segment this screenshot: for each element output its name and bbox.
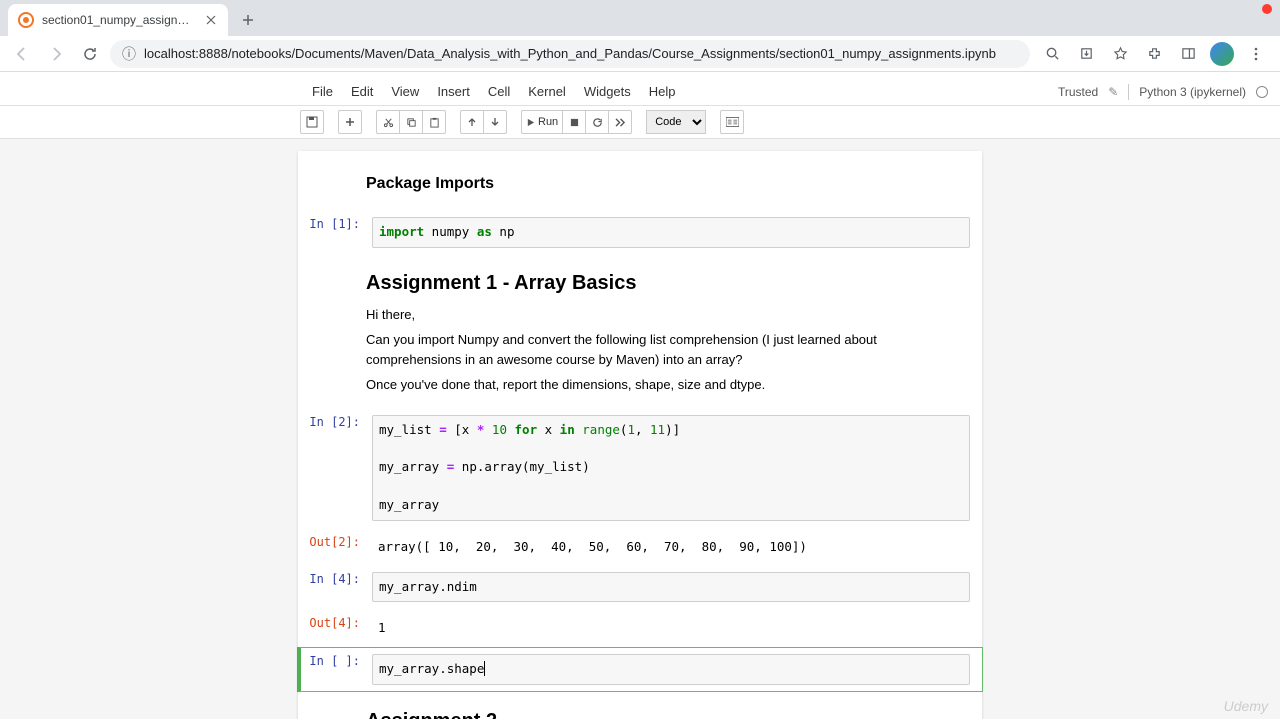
- code-cell[interactable]: In [4]: my_array.ndim: [298, 566, 982, 609]
- kernel-status-icon: [1256, 86, 1268, 98]
- interrupt-button[interactable]: [562, 110, 586, 134]
- install-icon[interactable]: [1074, 42, 1098, 66]
- kernel-name[interactable]: Python 3 (ipykernel): [1139, 85, 1246, 99]
- bookmark-icon[interactable]: [1108, 42, 1132, 66]
- code-cell-active[interactable]: In [ ]: my_array.shape: [297, 647, 983, 692]
- code-cell[interactable]: In [1]: import numpy as np: [298, 211, 982, 254]
- move-down-button[interactable]: [483, 110, 507, 134]
- reload-button[interactable]: [76, 40, 104, 68]
- url-input[interactable]: ⓘ localhost:8888/notebooks/Documents/Mav…: [110, 40, 1030, 68]
- restart-button[interactable]: [585, 110, 609, 134]
- side-panel-icon[interactable]: [1176, 42, 1200, 66]
- menu-kernel[interactable]: Kernel: [528, 84, 566, 99]
- jupyter-toolbar: Run Code: [0, 106, 1280, 139]
- menu-help[interactable]: Help: [649, 84, 676, 99]
- output-cell: Out[2]: array([ 10, 20, 30, 40, 50, 60, …: [298, 529, 982, 564]
- menu-edit[interactable]: Edit: [351, 84, 373, 99]
- forward-button[interactable]: [42, 40, 70, 68]
- paste-button[interactable]: [422, 110, 446, 134]
- code-input[interactable]: my_list = [x * 10 for x in range(1, 11)]…: [372, 415, 970, 521]
- in-prompt: In [1]:: [304, 213, 366, 252]
- restart-run-all-button[interactable]: [608, 110, 632, 134]
- markdown-cell[interactable]: Package Imports: [298, 161, 982, 209]
- menu-insert[interactable]: Insert: [437, 84, 470, 99]
- notebook-scroll-area[interactable]: Package Imports In [1]: import numpy as …: [0, 139, 1280, 719]
- cell-type-select[interactable]: Code: [646, 110, 706, 134]
- output-text: array([ 10, 20, 30, 40, 50, 60, 70, 80, …: [372, 535, 970, 558]
- browser-tab[interactable]: section01_numpy_assignment: [8, 4, 228, 36]
- add-cell-button[interactable]: [338, 110, 362, 134]
- code-cell[interactable]: In [2]: my_list = [x * 10 for x in range…: [298, 409, 982, 527]
- profile-avatar[interactable]: [1210, 42, 1234, 66]
- window-close-icon[interactable]: [1262, 4, 1272, 14]
- code-input[interactable]: my_array.shape: [372, 654, 970, 685]
- heading-assignment-1: Assignment 1 - Array Basics: [366, 272, 970, 295]
- text: Can you import Numpy and convert the fol…: [366, 330, 970, 369]
- menu-view[interactable]: View: [391, 84, 419, 99]
- output-text: 1: [372, 616, 970, 639]
- run-button[interactable]: Run: [521, 110, 563, 134]
- cut-button[interactable]: [376, 110, 400, 134]
- address-bar: ⓘ localhost:8888/notebooks/Documents/Mav…: [0, 36, 1280, 72]
- output-cell: Out[4]: 1: [298, 610, 982, 645]
- extensions-icon[interactable]: [1142, 42, 1166, 66]
- markdown-cell[interactable]: Assignment 1 - Array Basics Hi there, Ca…: [298, 256, 982, 407]
- in-prompt: In [4]:: [304, 568, 366, 607]
- window-controls: [1262, 4, 1272, 14]
- code-input[interactable]: import numpy as np: [372, 217, 970, 248]
- tab-title: section01_numpy_assignment: [42, 13, 196, 27]
- new-tab-button[interactable]: [234, 6, 262, 34]
- site-info-icon[interactable]: ⓘ: [122, 44, 136, 64]
- move-up-button[interactable]: [460, 110, 484, 134]
- command-palette-button[interactable]: [720, 110, 744, 134]
- in-prompt: In [ ]:: [304, 650, 366, 689]
- close-tab-icon[interactable]: [204, 13, 218, 27]
- copy-button[interactable]: [399, 110, 423, 134]
- watermark: Udemy: [1224, 698, 1268, 714]
- markdown-cell[interactable]: Assignment 2 Thanks for your help with t…: [298, 694, 982, 719]
- heading-assignment-2: Assignment 2: [366, 710, 970, 719]
- text: Hi there,: [366, 305, 970, 325]
- in-prompt: In [2]:: [304, 411, 366, 525]
- jupyter-menubar: File Edit View Insert Cell Kernel Widget…: [0, 78, 1280, 106]
- heading-imports: Package Imports: [366, 175, 970, 193]
- back-button[interactable]: [8, 40, 36, 68]
- edit-icon[interactable]: ✎: [1108, 85, 1118, 99]
- menu-file[interactable]: File: [312, 84, 333, 99]
- menu-widgets[interactable]: Widgets: [584, 84, 631, 99]
- trusted-indicator[interactable]: Trusted: [1058, 85, 1098, 99]
- search-icon[interactable]: [1040, 42, 1064, 66]
- code-input[interactable]: my_array.ndim: [372, 572, 970, 603]
- menu-cell[interactable]: Cell: [488, 84, 510, 99]
- out-prompt: Out[2]:: [304, 531, 366, 562]
- jupyter-favicon: [18, 12, 34, 28]
- notebook: Package Imports In [1]: import numpy as …: [298, 151, 982, 719]
- text: Once you've done that, report the dimens…: [366, 375, 970, 395]
- save-button[interactable]: [300, 110, 324, 134]
- url-text: localhost:8888/notebooks/Documents/Maven…: [144, 46, 996, 61]
- menu-icon[interactable]: [1244, 42, 1268, 66]
- browser-tab-strip: section01_numpy_assignment: [0, 0, 1280, 36]
- out-prompt: Out[4]:: [304, 612, 366, 643]
